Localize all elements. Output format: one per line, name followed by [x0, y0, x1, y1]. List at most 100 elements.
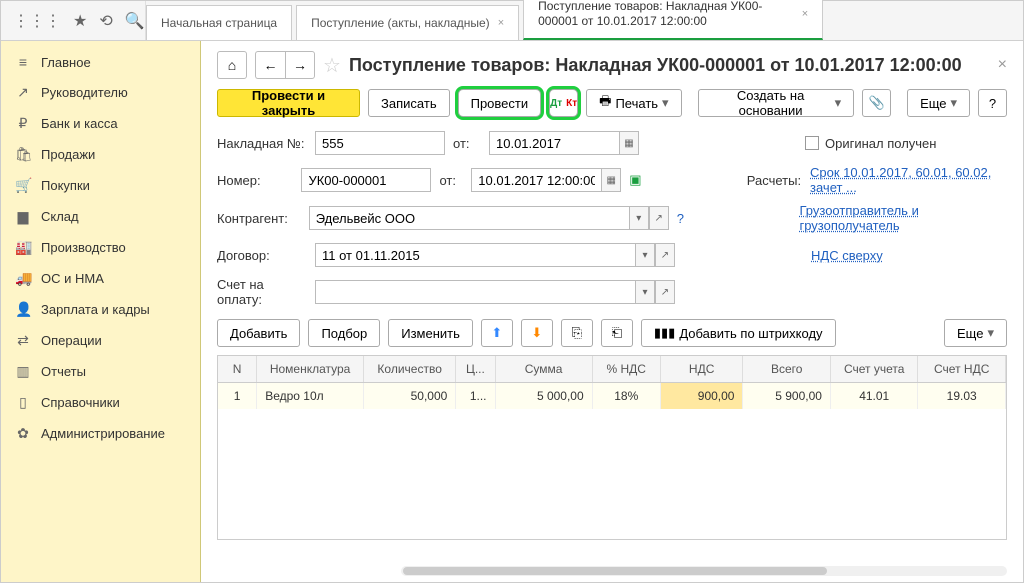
- sidebar-item-main[interactable]: ≡Главное: [1, 47, 200, 77]
- close-button[interactable]: ×: [998, 56, 1007, 74]
- contract-input[interactable]: [315, 243, 635, 267]
- post-button[interactable]: Провести: [458, 89, 542, 117]
- sidebar-item-label: Операции: [41, 333, 102, 348]
- calendar-icon[interactable]: ▦: [601, 168, 621, 192]
- number-input[interactable]: [301, 168, 431, 192]
- change-button[interactable]: Изменить: [388, 319, 473, 347]
- col-nomenclature[interactable]: Номенклатура: [257, 356, 364, 382]
- original-received-checkbox[interactable]: [805, 136, 819, 150]
- forward-button[interactable]: →: [285, 51, 315, 79]
- cell-n: 1: [218, 383, 257, 409]
- help-button[interactable]: ?: [978, 89, 1007, 117]
- print-button[interactable]: 🖶Печать: [586, 89, 681, 117]
- tab-home[interactable]: Начальная страница: [146, 5, 292, 40]
- save-button[interactable]: Записать: [368, 89, 450, 117]
- history-icon[interactable]: ⟲: [99, 11, 112, 31]
- add-barcode-button[interactable]: ▮▮▮ Добавить по штрихкоду: [641, 319, 836, 347]
- cart-icon: 🛒: [15, 177, 31, 194]
- more-button[interactable]: Еще: [907, 89, 970, 117]
- dropdown-icon[interactable]: ▾: [635, 280, 655, 304]
- col-vat-percent[interactable]: % НДС: [593, 356, 661, 382]
- open-icon[interactable]: ↗: [655, 280, 675, 304]
- tab-receipts[interactable]: Поступление (акты, накладные) ×: [296, 5, 519, 40]
- shipper-link[interactable]: Грузоотправитель и грузополучатель: [799, 203, 1007, 233]
- favorite-toggle[interactable]: ☆: [323, 53, 341, 78]
- dtkt-button[interactable]: ДтКт: [549, 89, 578, 117]
- col-total[interactable]: Всего: [743, 356, 830, 382]
- dropdown-icon[interactable]: ▾: [629, 206, 649, 230]
- settlements-link[interactable]: Срок 10.01.2017, 60.01, 60.02, зачет ...: [810, 165, 1007, 195]
- sidebar-item-warehouse[interactable]: ▆ Склад: [1, 201, 200, 232]
- col-price[interactable]: Ц...: [456, 356, 495, 382]
- settlements-label: Расчеты:: [747, 173, 802, 188]
- sidebar-item-assets[interactable]: 🚚ОС и НМА: [1, 263, 200, 294]
- col-quantity[interactable]: Количество: [364, 356, 456, 382]
- sidebar-item-references[interactable]: ▯Справочники: [1, 387, 200, 418]
- truck-icon: 🚚: [15, 270, 31, 287]
- counterparty-input[interactable]: [309, 206, 629, 230]
- table-row[interactable]: 1 Ведро 10л 50,000 1... 5 000,00 18% 900…: [218, 383, 1006, 409]
- post-and-close-button[interactable]: Провести и закрыть: [217, 89, 360, 117]
- create-based-button[interactable]: Создать на основании: [698, 89, 855, 117]
- move-down-button[interactable]: ⬇: [521, 319, 553, 347]
- cell-total: 5 900,00: [743, 383, 830, 409]
- sidebar-item-manager[interactable]: ↗Руководителю: [1, 77, 200, 108]
- invoice-date-input[interactable]: [489, 131, 619, 155]
- bill-input[interactable]: [315, 280, 635, 304]
- sidebar-item-label: Склад: [41, 209, 79, 224]
- home-button[interactable]: ⌂: [217, 51, 247, 79]
- factory-icon: 🏭: [15, 239, 31, 256]
- tab-label: Поступление товаров: Накладная УК00-0000…: [538, 0, 794, 28]
- cell-vat: 900,00: [661, 383, 744, 409]
- col-account[interactable]: Счет учета: [831, 356, 918, 382]
- col-vat[interactable]: НДС: [661, 356, 744, 382]
- move-up-button[interactable]: ⬆: [481, 319, 513, 347]
- apps-icon[interactable]: ⋮⋮⋮: [13, 11, 61, 31]
- horizontal-scrollbar[interactable]: [401, 566, 1007, 576]
- box-icon: ▆: [15, 208, 31, 225]
- sidebar-item-production[interactable]: 🏭Производство: [1, 232, 200, 263]
- copy-button[interactable]: ⎘: [561, 319, 593, 347]
- sidebar-item-label: Продажи: [41, 147, 95, 162]
- tab-label: Поступление (акты, накладные): [311, 16, 490, 30]
- col-n[interactable]: N: [218, 356, 257, 382]
- calendar-icon[interactable]: ▦: [619, 131, 639, 155]
- sidebar-item-bank[interactable]: ₽Банк и касса: [1, 108, 200, 139]
- invoice-no-input[interactable]: [315, 131, 445, 155]
- search-icon[interactable]: 🔍: [125, 11, 145, 31]
- barcode-icon: ▮▮▮: [654, 325, 675, 341]
- invoice-no-label: Накладная №:: [217, 136, 307, 151]
- open-icon[interactable]: ↗: [655, 243, 675, 267]
- dropdown-icon[interactable]: ▾: [635, 243, 655, 267]
- number-datetime-input[interactable]: [471, 168, 601, 192]
- sidebar-item-payroll[interactable]: 👤Зарплата и кадры: [1, 294, 200, 325]
- close-icon[interactable]: ×: [802, 8, 808, 20]
- sidebar-item-label: Отчеты: [41, 364, 86, 379]
- vat-link[interactable]: НДС сверху: [811, 248, 883, 263]
- sidebar-item-purchases[interactable]: 🛒Покупки: [1, 170, 200, 201]
- gear-icon: ✿: [15, 425, 31, 442]
- paste-button[interactable]: ⎗: [601, 319, 633, 347]
- sidebar-item-label: Администрирование: [41, 426, 165, 441]
- book-icon: ▯: [15, 394, 31, 411]
- col-vat-account[interactable]: Счет НДС: [918, 356, 1005, 382]
- close-icon[interactable]: ×: [498, 17, 504, 29]
- report-icon: ▥: [15, 363, 31, 380]
- menu-icon: ≡: [15, 54, 31, 70]
- tab-current-invoice[interactable]: Поступление товаров: Накладная УК00-0000…: [523, 0, 823, 40]
- cell-price: 1...: [456, 383, 495, 409]
- back-button[interactable]: ←: [255, 51, 285, 79]
- favorite-icon[interactable]: ★: [73, 11, 87, 31]
- col-sum[interactable]: Сумма: [496, 356, 593, 382]
- select-button[interactable]: Подбор: [308, 319, 380, 347]
- sidebar-item-reports[interactable]: ▥ Отчеты: [1, 356, 200, 387]
- open-icon[interactable]: ↗: [649, 206, 669, 230]
- table-more-button[interactable]: Еще: [944, 319, 1007, 347]
- sidebar-item-operations[interactable]: ⇄Операции: [1, 325, 200, 356]
- attach-button[interactable]: 📎: [862, 89, 891, 117]
- contract-label: Договор:: [217, 248, 307, 263]
- sidebar-item-admin[interactable]: ✿ Администрирование: [1, 418, 200, 449]
- counterparty-help[interactable]: ?: [677, 211, 684, 226]
- sidebar-item-sales[interactable]: 🛍Продажи: [1, 139, 200, 170]
- add-row-button[interactable]: Добавить: [217, 319, 300, 347]
